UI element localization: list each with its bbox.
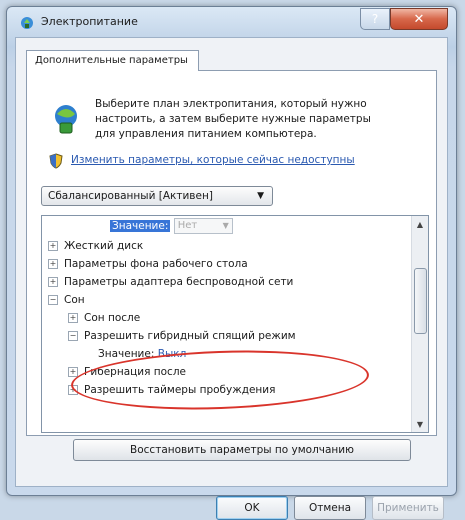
tree-scrollbar[interactable]: ▲ ▼: [411, 216, 428, 432]
battery-globe-icon: [55, 105, 77, 134]
uac-shield-icon: [49, 153, 63, 169]
top-value-row: Значение: Нет ▼: [110, 218, 233, 235]
tree-item-hard-disk[interactable]: + Жесткий диск: [48, 238, 143, 255]
tree-item-label: Жесткий диск: [64, 240, 144, 252]
tree-item-label: Разрешить гибридный спящий режим: [84, 330, 296, 342]
plan-description: Выберите план электропитания, который ну…: [95, 98, 371, 140]
collapse-icon[interactable]: −: [68, 331, 78, 341]
change-unavailable-settings-link[interactable]: Изменить параметры, которые сейчас недос…: [71, 154, 355, 166]
collapse-icon[interactable]: −: [48, 295, 58, 305]
close-button[interactable]: ✕: [390, 8, 448, 30]
top-value-label: Значение:: [110, 220, 171, 232]
expand-icon[interactable]: +: [48, 259, 58, 269]
power-options-dialog: Электропитание ? ✕ Дополнительные параме…: [6, 6, 457, 520]
expand-icon[interactable]: +: [48, 277, 58, 287]
help-button[interactable]: ?: [360, 8, 390, 30]
settings-panel: Выберите план электропитания, который ну…: [26, 70, 437, 461]
chevron-down-icon: ▼: [257, 191, 264, 201]
power-plan-value: Сбалансированный [Активен]: [48, 190, 213, 202]
cancel-button[interactable]: Отмена: [294, 496, 366, 520]
expand-icon[interactable]: +: [48, 241, 58, 251]
tree-item-label: Параметры фона рабочего стола: [64, 258, 248, 270]
tree-item-label: Параметры адаптера беспроводной сети: [64, 276, 294, 288]
restore-defaults-button[interactable]: Восстановить параметры по умолчанию: [73, 439, 411, 461]
scroll-thumb[interactable]: [414, 268, 427, 334]
tree-item-desktop-background[interactable]: + Параметры фона рабочего стола: [48, 256, 248, 273]
tab-advanced-settings[interactable]: Дополнительные параметры: [26, 50, 199, 71]
tree-item-wireless-adapter[interactable]: + Параметры адаптера беспроводной сети: [48, 274, 293, 291]
power-plan-select[interactable]: Сбалансированный [Активен] ▼: [41, 186, 273, 206]
scroll-up-icon[interactable]: ▲: [412, 216, 428, 232]
scroll-down-icon[interactable]: ▼: [412, 416, 428, 432]
chevron-down-icon: ▼: [222, 221, 229, 230]
top-value-select[interactable]: Нет ▼: [173, 218, 233, 234]
expand-icon[interactable]: +: [68, 313, 78, 323]
title-bar[interactable]: Электропитание ? ✕: [7, 7, 456, 37]
tree-item-label: Сон: [64, 294, 85, 306]
tree-item-label: Сон после: [84, 312, 141, 324]
top-value-select-text: Нет: [177, 220, 198, 231]
dialog-client-area: Дополнительные параметры Выберите план э…: [15, 37, 448, 520]
ok-button[interactable]: OK: [216, 496, 288, 520]
apply-button[interactable]: Применить: [372, 496, 444, 520]
power-plan-icon: [21, 17, 33, 29]
tree-item-hybrid-sleep[interactable]: − Разрешить гибридный спящий режим: [68, 328, 296, 345]
window-title: Электропитание: [41, 15, 138, 28]
tree-item-sleep[interactable]: − Сон: [48, 292, 85, 309]
tree-item-sleep-after[interactable]: + Сон после: [68, 310, 140, 327]
